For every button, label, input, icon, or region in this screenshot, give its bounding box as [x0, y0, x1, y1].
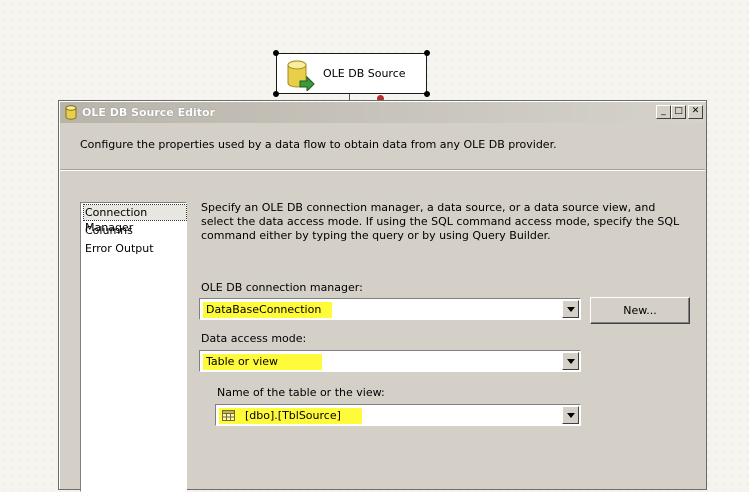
title-bar[interactable]: OLE DB Source Editor _ □ ✕ — [60, 102, 705, 123]
minimize-button[interactable]: _ — [656, 105, 671, 119]
resize-handle[interactable] — [273, 91, 279, 97]
new-connection-button[interactable]: New... — [590, 297, 690, 324]
instructions-text: Specify an OLE DB connection manager, a … — [201, 201, 680, 242]
database-icon — [65, 105, 77, 120]
header-description: Configure the properties used by a data … — [80, 138, 557, 151]
connection-manager-label: OLE DB connection manager: — [201, 281, 363, 294]
dropdown-button[interactable] — [562, 300, 579, 318]
connection-manager-value: DataBaseConnection — [203, 302, 332, 318]
dropdown-button[interactable] — [562, 352, 579, 370]
resize-handle[interactable] — [424, 91, 430, 97]
access-mode-dropdown[interactable]: Table or view — [199, 350, 581, 372]
table-name-label: Name of the table or the view: — [217, 386, 385, 399]
connection-manager-dropdown[interactable]: DataBaseConnection — [199, 298, 581, 320]
ole-db-source-editor-dialog: OLE DB Source Editor _ □ ✕ Configure the… — [58, 100, 707, 492]
table-name-value: [dbo].[TblSource] — [245, 409, 341, 422]
chevron-down-icon — [567, 307, 575, 312]
nav-item-columns[interactable]: Columns — [84, 223, 134, 238]
dialog-title: OLE DB Source Editor — [82, 106, 215, 119]
component-label: OLE DB Source — [323, 67, 406, 80]
nav-item-connection-manager[interactable]: Connection Manager — [83, 204, 187, 234]
header-divider — [60, 169, 705, 171]
access-mode-value: Table or view — [203, 354, 322, 370]
nav-item-error-output[interactable]: Error Output — [84, 241, 155, 256]
table-icon — [222, 410, 235, 421]
maximize-button[interactable]: □ — [671, 105, 686, 119]
database-source-icon — [287, 60, 315, 91]
navigation-list: Connection Manager Columns Error Output — [80, 202, 187, 492]
ole-db-source-component[interactable]: OLE DB Source — [273, 50, 430, 97]
chevron-down-icon — [567, 413, 575, 418]
table-name-dropdown[interactable]: [dbo].[TblSource] — [215, 404, 581, 426]
resize-handle[interactable] — [424, 50, 430, 56]
access-mode-label: Data access mode: — [201, 332, 307, 345]
chevron-down-icon — [567, 359, 575, 364]
close-button[interactable]: ✕ — [688, 105, 703, 119]
resize-handle[interactable] — [273, 50, 279, 56]
dropdown-button[interactable] — [562, 406, 579, 424]
